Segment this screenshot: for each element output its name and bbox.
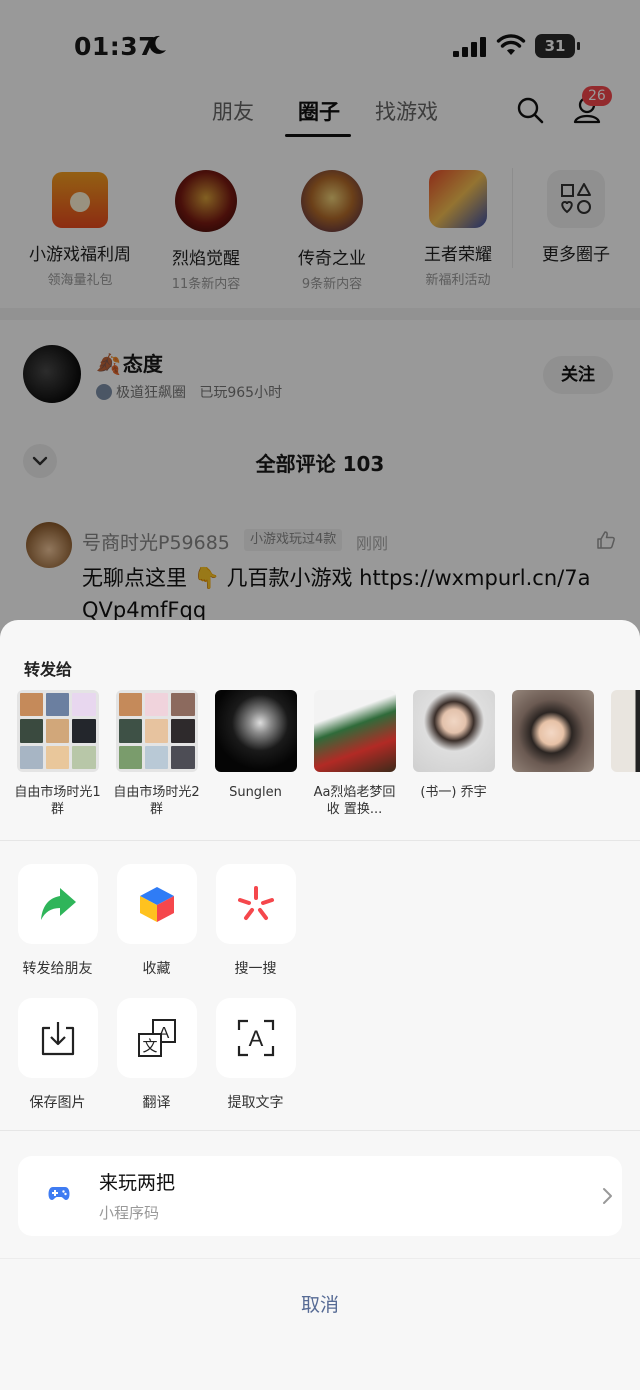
group-avatar	[115, 690, 198, 772]
contact-item[interactable]	[602, 690, 640, 784]
translate-button[interactable]: A 文 翻译	[107, 998, 206, 1112]
contact-name: (书一) 乔宇	[420, 785, 487, 800]
svg-text:文: 文	[142, 1037, 157, 1055]
mini-program-card[interactable]: 来玩两把 小程序码	[18, 1156, 622, 1236]
action-label: 保存图片	[29, 1095, 86, 1111]
save-image-button[interactable]: 保存图片	[8, 998, 107, 1112]
mini-program-title: 来玩两把	[99, 1172, 176, 1194]
contact-name: Sunglen	[229, 785, 282, 800]
action-label: 翻译	[142, 1095, 171, 1111]
avatar	[412, 690, 495, 772]
search-one-search-button[interactable]: 搜一搜	[206, 864, 305, 978]
action-label: 转发给朋友	[22, 961, 93, 977]
share-actions: 转发给朋友 收藏 搜一搜 保存图片 A 文 翻译 A 提取文字	[0, 864, 640, 1124]
contact-name: 自由市场时光2群	[113, 785, 200, 817]
forward-to-friend-button[interactable]: 转发给朋友	[8, 864, 107, 978]
contact-item[interactable]: 自由市场时光2群	[107, 690, 206, 818]
contact-item[interactable]: 自由市场时光1群	[8, 690, 107, 818]
group-avatar	[16, 690, 99, 772]
contact-item[interactable]: Aa烈焰老梦回收 置换...	[305, 690, 404, 818]
translate-icon: A 文	[137, 1019, 176, 1057]
chevron-right-icon	[603, 1188, 612, 1204]
search-spark-icon	[237, 886, 274, 920]
action-label: 提取文字	[227, 1095, 284, 1111]
contact-item[interactable]: Sunglen	[206, 690, 305, 801]
download-icon	[41, 1022, 74, 1056]
mini-program-subtitle: 小程序码	[99, 1204, 160, 1222]
contact-name: 自由市场时光1群	[14, 785, 101, 817]
avatar	[511, 690, 594, 772]
cancel-button[interactable]: 取消	[0, 1280, 640, 1330]
svg-text:A: A	[248, 1026, 263, 1051]
favorite-button[interactable]: 收藏	[107, 864, 206, 978]
avatar	[214, 690, 297, 772]
favorite-cube-icon	[139, 887, 174, 922]
contact-item[interactable]: (书一) 乔宇	[404, 690, 503, 801]
extract-text-button[interactable]: A 提取文字	[206, 998, 305, 1112]
action-label: 收藏	[142, 961, 171, 977]
forward-icon	[40, 888, 76, 920]
text-scan-icon: A	[237, 1019, 274, 1057]
contact-name: Aa烈焰老梦回收 置换...	[313, 785, 396, 817]
share-contacts-row: 自由市场时光1群 自由市场时光2群 Sunglen Aa烈焰老梦回收 置换...…	[0, 690, 640, 830]
action-label: 搜一搜	[234, 961, 277, 977]
share-sheet-title: 转发给	[24, 660, 73, 679]
avatar	[313, 690, 396, 772]
share-sheet: 转发给 自由市场时光1群 自由市场时光2群 Sunglen Aa烈焰老梦回收 置…	[0, 620, 640, 1390]
gamepad-icon	[48, 1187, 70, 1200]
contact-item[interactable]	[503, 690, 602, 784]
avatar	[610, 690, 640, 772]
divider	[0, 1130, 640, 1131]
divider	[0, 840, 640, 841]
